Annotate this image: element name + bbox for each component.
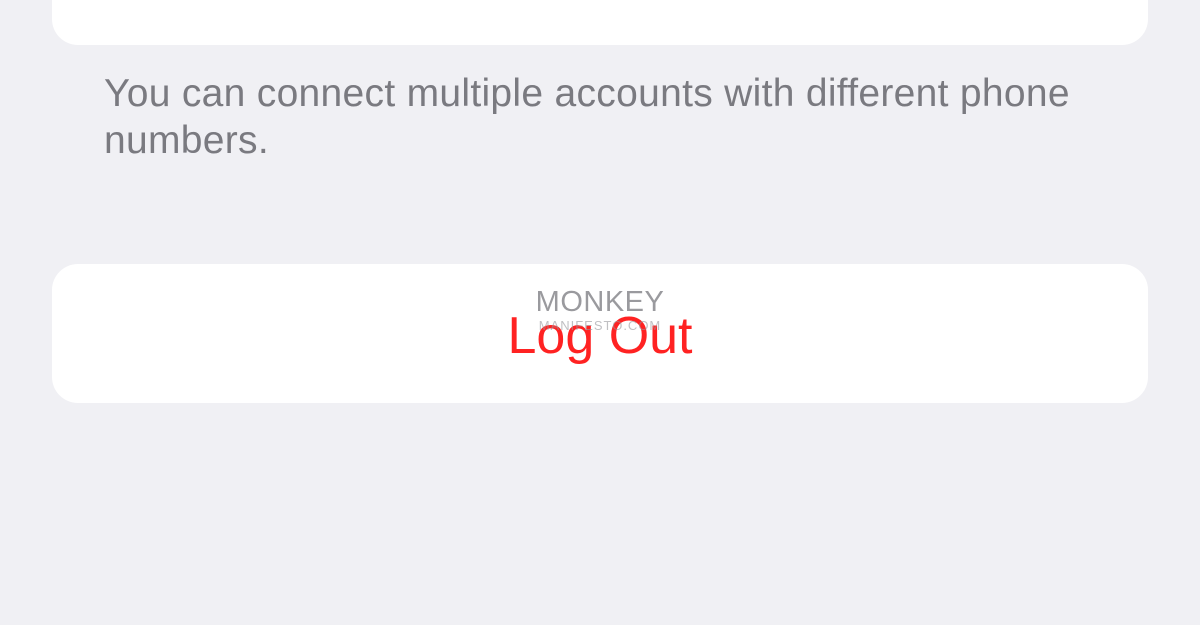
- accounts-card: [52, 0, 1148, 45]
- accounts-footer-note: You can connect multiple accounts with d…: [104, 72, 1070, 162]
- logout-label: Log Out: [507, 306, 693, 365]
- logout-button[interactable]: Log Out: [52, 264, 1148, 403]
